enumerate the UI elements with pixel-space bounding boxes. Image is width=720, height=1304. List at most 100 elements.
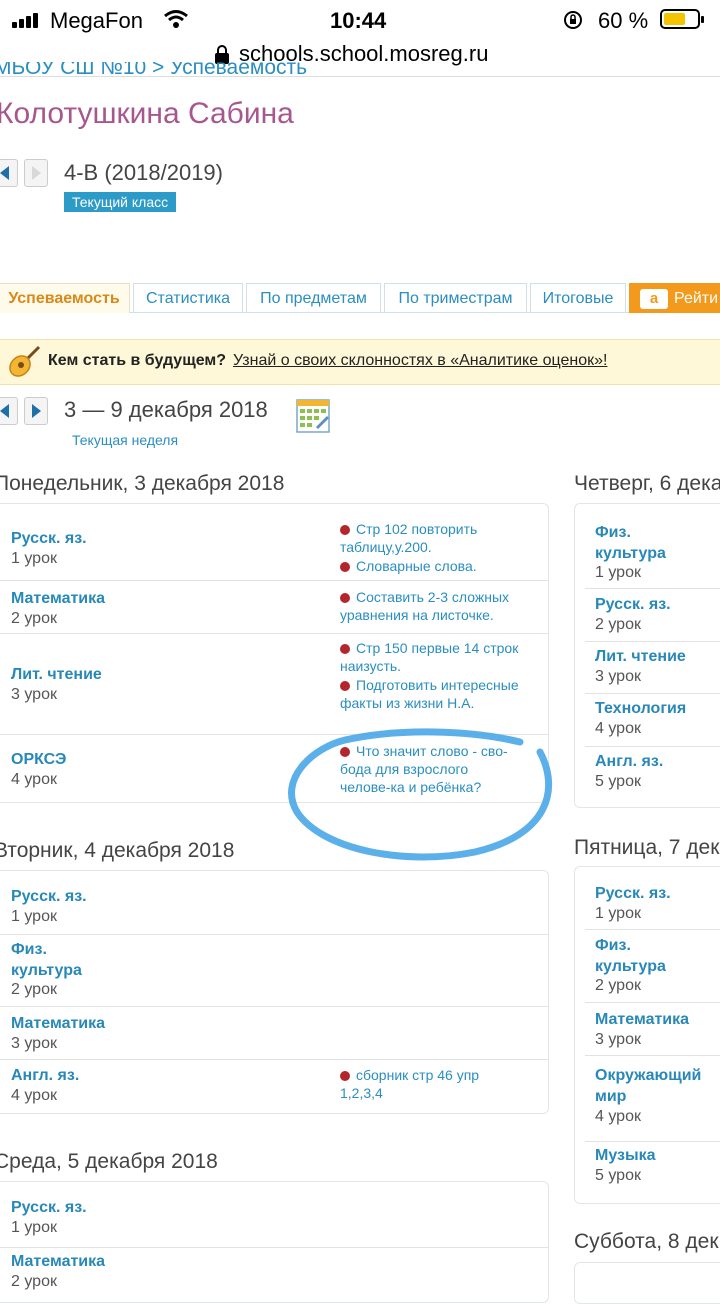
lesson-subject[interactable]: Музыка [595, 1145, 656, 1166]
lesson-row[interactable]: Музыка 5 урок [585, 1141, 720, 1193]
lesson-number: 1 урок [11, 1219, 57, 1236]
lesson-number: 1 урок [11, 908, 57, 925]
day-panel-monday: Русск. яз. 1 урок Стр 102 повторить табл… [0, 503, 549, 803]
lesson-row[interactable]: ОРКСЭ 4 урок Что значит слово - сво-бода… [0, 734, 548, 801]
current-class-badge: Текущий класс [64, 192, 177, 212]
battery-percent: 60 % [598, 8, 649, 33]
lesson-row[interactable]: Русск. яз. 1 урок [0, 1192, 548, 1248]
tab-itogovye[interactable]: Итоговые [530, 283, 626, 313]
lesson-number: 2 урок [595, 616, 641, 633]
lesson-subject[interactable]: Русск. яз. [595, 594, 671, 615]
lesson-row[interactable]: Технология 4 урок [585, 693, 720, 747]
lesson-row[interactable]: Англ. яз. 4 урок сборник стр 46 упр 1,2,… [0, 1059, 548, 1112]
day-title-thursday: Четверг, 6 дека [574, 472, 720, 495]
tab-reiting[interactable]: a Рейти [629, 283, 720, 313]
homework-item[interactable]: Словарные слова. [340, 557, 515, 575]
lesson-subject[interactable]: Англ. яз. [11, 1065, 79, 1086]
homework-item[interactable]: Подготовить интересные факты из жизни Н.… [340, 676, 530, 712]
lesson-row[interactable]: Лит. чтение 3 урок [585, 641, 720, 694]
lesson-row[interactable]: Математика 3 урок [585, 1002, 720, 1056]
homework-item[interactable]: Что значит слово - сво-бода для взрослог… [340, 742, 520, 796]
orientation-lock-icon [564, 11, 582, 29]
lesson-subject[interactable]: Технология [595, 698, 686, 719]
battery-icon [660, 9, 704, 29]
prev-week-button[interactable] [0, 397, 18, 425]
lesson-number: 2 урок [11, 1273, 57, 1290]
lesson-subject[interactable]: ОРКСЭ [11, 749, 66, 770]
tab-po-trimestram[interactable]: По триместрам [384, 283, 527, 313]
lesson-subject[interactable]: Окружающий мир [595, 1065, 720, 1107]
homework-item[interactable]: Составить 2-3 сложных уравнения на листо… [340, 588, 530, 624]
next-week-button[interactable] [24, 397, 48, 425]
lesson-row[interactable]: Математика 2 урок Составить 2-3 сложных … [0, 580, 548, 634]
lesson-row[interactable]: Физ. культура 1 урок [585, 514, 720, 589]
homework-dot-icon [340, 562, 350, 572]
calendar-icon[interactable] [296, 397, 330, 433]
tab-statistika[interactable]: Статистика [133, 283, 243, 313]
lesson-number: 5 урок [595, 1167, 641, 1184]
lesson-subject[interactable]: Математика [595, 1009, 689, 1030]
lesson-row[interactable]: Русск. яз. 1 урок [585, 877, 720, 930]
banner-link[interactable]: Узнай о своих склонностях в «Аналитике о… [233, 352, 607, 370]
lesson-subject[interactable]: Русск. яз. [11, 886, 87, 907]
homework-item[interactable]: Стр 150 первые 14 строк наизусть. [340, 639, 530, 675]
lesson-subject[interactable]: Русск. яз. [11, 1197, 87, 1218]
lesson-number: 4 урок [595, 1108, 641, 1125]
homework-dot-icon [340, 681, 350, 691]
next-class-button[interactable] [24, 159, 48, 187]
lesson-number: 4 урок [595, 720, 641, 737]
lesson-number: 1 урок [11, 550, 57, 567]
lesson-subject[interactable]: Математика [11, 588, 105, 609]
lesson-number: 3 урок [11, 686, 57, 703]
lesson-number: 3 урок [595, 1031, 641, 1048]
lesson-row[interactable]: Русск. яз. 2 урок [585, 588, 720, 642]
clock: 10:44 [330, 8, 387, 33]
homework-item[interactable]: сборник стр 46 упр 1,2,3,4 [340, 1066, 510, 1102]
lesson-subject[interactable]: Лит. чтение [595, 646, 686, 667]
day-panel-friday: Русск. яз. 1 урок Физ. культура 2 урок М… [574, 866, 720, 1204]
lesson-row[interactable]: Математика 3 урок [0, 1006, 548, 1060]
lesson-subject[interactable]: Лит. чтение [11, 664, 102, 685]
lesson-number: 2 урок [595, 977, 641, 994]
wifi-icon [164, 10, 188, 28]
lesson-row[interactable]: Окружающий мир 4 урок [585, 1055, 720, 1142]
lesson-subject[interactable]: Физ. культура [11, 939, 111, 981]
current-week-link[interactable]: Текущая неделя [72, 432, 178, 448]
lesson-subject[interactable]: Математика [11, 1013, 105, 1034]
lesson-subject[interactable]: Англ. яз. [595, 751, 663, 772]
homework-dot-icon [340, 593, 350, 603]
day-panel-tuesday: Русск. яз. 1 урок Физ. культура 2 урок М… [0, 870, 549, 1114]
lesson-number: 1 урок [595, 905, 641, 922]
status-bar: MegaFon 10:44 60 % [0, 0, 720, 40]
lesson-row[interactable]: Русск. яз. 1 урок [0, 881, 548, 935]
lesson-row[interactable]: Лит. чтение 3 урок Стр 150 первые 14 стр… [0, 633, 548, 735]
lesson-row[interactable]: Англ. яз. 5 урок [585, 746, 720, 798]
tab-po-predmetam[interactable]: По предметам [246, 283, 381, 313]
lesson-row[interactable]: Физ. культура 2 урок [0, 934, 548, 1007]
lesson-number: 4 урок [11, 1087, 57, 1104]
lesson-subject[interactable]: Русск. яз. [595, 883, 671, 904]
day-title-tuesday: Вторник, 4 декабря 2018 [0, 839, 235, 862]
lesson-row[interactable]: Физ. культура 2 урок [585, 929, 720, 1003]
lesson-number: 1 урок [595, 564, 641, 581]
lesson-subject[interactable]: Физ. культура [595, 935, 695, 977]
analytics-logo-icon: a [640, 288, 668, 309]
lesson-number: 3 урок [595, 668, 641, 685]
lesson-number: 3 урок [11, 1035, 57, 1052]
class-label: 4-В (2018/2019) [64, 160, 223, 185]
day-panel-thursday: Физ. культура 1 урок Русск. яз. 2 урок Л… [574, 503, 720, 808]
breadcrumb[interactable]: МБОУ СШ №10 > Успеваемость [0, 62, 307, 84]
homework-dot-icon [340, 747, 350, 757]
lesson-subject[interactable]: Русск. яз. [11, 528, 87, 549]
prev-class-button[interactable] [0, 159, 18, 187]
lesson-row[interactable]: Математика 2 урок [0, 1247, 548, 1300]
carrier-label: MegaFon [50, 8, 143, 33]
lesson-row[interactable]: Русск. яз. 1 урок Стр 102 повторить табл… [0, 514, 548, 581]
homework-dot-icon [340, 644, 350, 654]
homework-item[interactable]: Стр 102 повторить таблицу,у.200. [340, 520, 515, 556]
tab-uspevaemost[interactable]: Успеваемость [0, 283, 130, 313]
banner-question: Кем стать в будущем? [48, 352, 226, 369]
lesson-subject[interactable]: Математика [11, 1251, 105, 1272]
lesson-subject[interactable]: Физ. культура [595, 522, 695, 564]
analytics-banner[interactable]: Кем стать в будущем? Узнай о своих склон… [0, 339, 720, 385]
